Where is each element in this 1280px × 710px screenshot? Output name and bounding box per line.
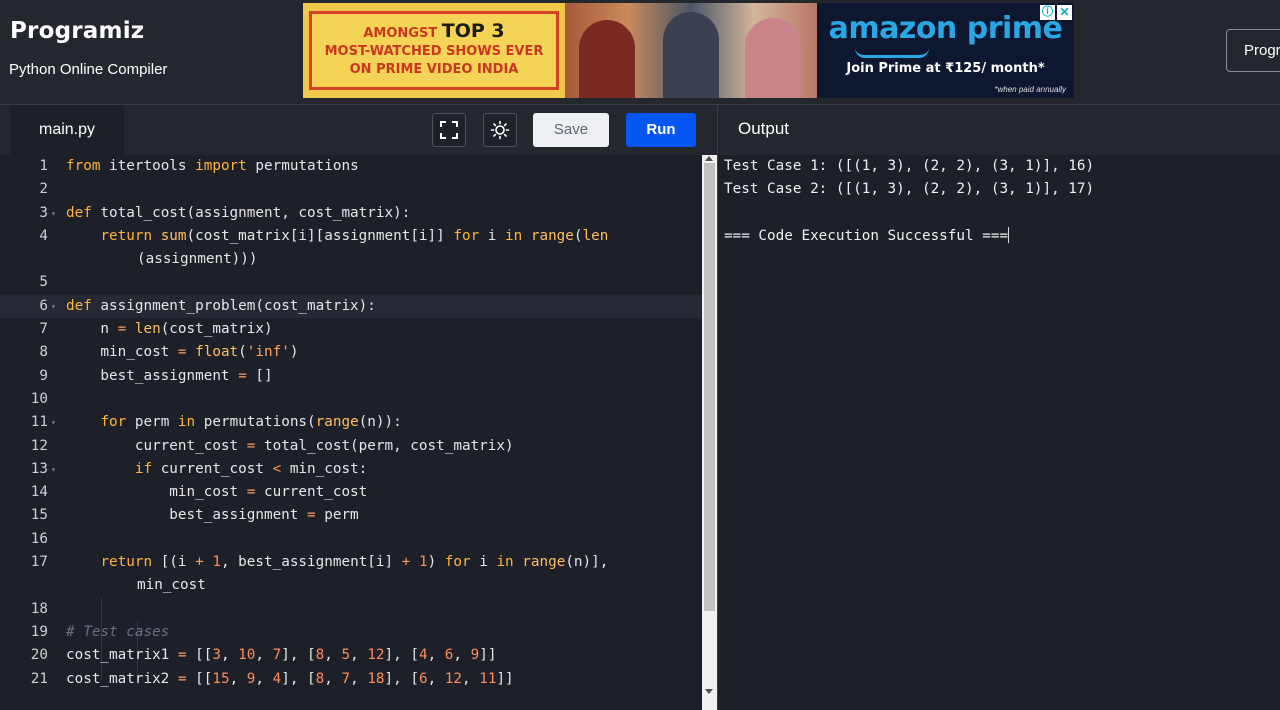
code-line: 3 ▾ def total_cost(assignment, cost_matrix… (0, 202, 702, 225)
ad-line1-big: TOP 3 (441, 20, 505, 42)
fold-arrow-icon[interactable]: ▾ (51, 458, 56, 481)
output-line: Test Case 1: ([(1, 3), (2, 2), (3, 1)], … (724, 158, 1095, 174)
output-status-line: === Code Execution Successful === (724, 225, 1094, 248)
code-line: 5 (39, 274, 48, 291)
brand-smile-icon (855, 48, 929, 58)
scrollbar-thumb[interactable] (704, 163, 715, 611)
code-line: 12 current_cost = total_cost(perm, cost_… (30, 437, 514, 454)
site-header: Programiz Python Online Compiler AMONGST… (0, 0, 1280, 104)
programiz-pro-button[interactable]: Progr (1226, 29, 1280, 72)
code-line: 1 from itertools import permutations (39, 158, 359, 174)
code-line: 21 cost_matrix2 = [[15, 9, 4], [8, 7, 18]… (30, 670, 514, 687)
ad-line1-small: AMONGST (363, 26, 438, 41)
code-lines[interactable]: 1 from itertools import permutations 2 3 ▾… (0, 155, 702, 691)
fullscreen-icon (440, 121, 458, 139)
fold-arrow-icon[interactable]: ▾ (51, 202, 56, 225)
code-line: 7 n = len(cost_matrix) (39, 321, 273, 338)
execution-status: === Code Execution Successful === (724, 227, 1009, 244)
ad-line2: MOST-WATCHED SHOWS EVER (324, 44, 544, 59)
code-line: 16 (30, 530, 48, 547)
run-button[interactable]: Run (626, 113, 696, 147)
programiz-logo[interactable]: Programiz (10, 18, 144, 44)
save-button[interactable]: Save (533, 113, 609, 147)
text-cursor (1008, 226, 1010, 243)
ad-close-icon[interactable]: ✕ (1057, 5, 1072, 20)
ad-promo-panel: AMONGST TOP 3 MOST-WATCHED SHOWS EVER ON… (303, 3, 565, 98)
code-line: 13 ▾ if current_cost < min_cost: (0, 458, 702, 481)
output-title: Output (738, 119, 790, 138)
code-line: 2 (39, 181, 48, 198)
sun-icon (490, 120, 510, 140)
fullscreen-button[interactable] (432, 113, 466, 147)
code-line: 20 cost_matrix1 = [[3, 10, 7], [8, 5, 12]… (30, 647, 497, 664)
ad-brand-panel: amazon prime Join Prime at ₹125/ month* … (817, 3, 1074, 98)
code-line: 19 # Test cases (30, 623, 170, 640)
page-subtitle: Python Online Compiler (9, 61, 168, 78)
ad-offer: Join Prime at ₹125/ month* (846, 61, 1045, 76)
ad-photo (565, 3, 817, 98)
output-header: Output (717, 104, 1280, 155)
ad-brand: amazon prime (828, 11, 1063, 46)
editor-toolbar: main.py Save Run (0, 104, 717, 155)
fold-arrow-icon[interactable]: ▾ (51, 411, 56, 434)
code-line: 15 best_assignment = perm (30, 507, 359, 524)
code-line: 6 ▾ def assignment_problem(cost_matrix): (0, 294, 702, 319)
output-line: Test Case 2: ([(1, 3), (2, 2), (3, 1)], … (724, 181, 1095, 198)
ad-line3: ON PRIME VIDEO INDIA (349, 62, 519, 77)
tab-main-py[interactable]: main.py (10, 105, 124, 155)
ad-info-icon[interactable]: ⓘ (1040, 5, 1055, 20)
code-line: 14 min_cost = current_cost (30, 484, 368, 501)
code-line: 10 (30, 390, 48, 407)
code-line: 18 (30, 600, 48, 617)
scroll-up-icon[interactable] (705, 156, 713, 161)
code-line: 17 return [(i + 1, best_assignment[i] + … (30, 554, 609, 594)
ad-note: *when paid annually (994, 85, 1066, 94)
output-panel[interactable]: Test Case 1: ([(1, 3), (2, 2), (3, 1)], … (717, 155, 1280, 710)
fold-arrow-icon[interactable]: ▾ (51, 295, 56, 318)
advertisement-banner[interactable]: AMONGST TOP 3 MOST-WATCHED SHOWS EVER ON… (303, 3, 1074, 98)
code-line: 11 ▾ for perm in permutations(range(n)): (0, 411, 702, 434)
editor-scrollbar[interactable] (702, 155, 717, 710)
code-line: 9 best_assignment = [] (39, 367, 273, 384)
scroll-down-icon[interactable] (705, 689, 713, 694)
theme-toggle-button[interactable] (483, 113, 517, 147)
code-line: 8 min_cost = float('inf') (39, 344, 299, 361)
code-editor[interactable]: 1 from itertools import permutations 2 3 ▾… (0, 155, 717, 710)
code-line: 4 return sum(cost_matrix[i][assignment[i… (39, 227, 609, 268)
